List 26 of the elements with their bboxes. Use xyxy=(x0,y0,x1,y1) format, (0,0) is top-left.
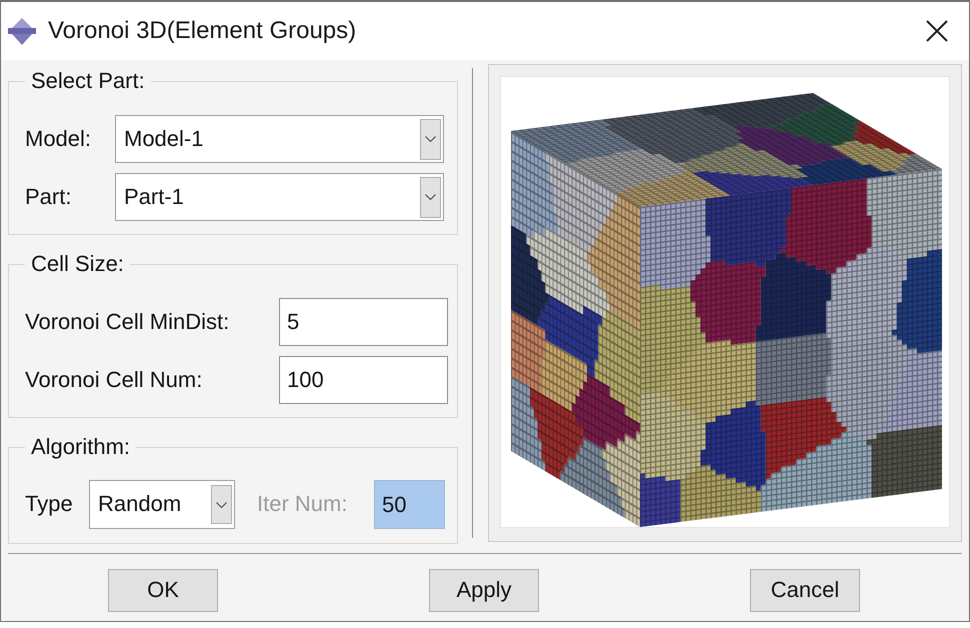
cancel-button[interactable]: Cancel xyxy=(750,569,860,612)
cell-num-field[interactable]: 100 xyxy=(279,356,448,404)
group-title: Cell Size: xyxy=(30,252,125,276)
field-label: Part: xyxy=(25,184,72,210)
group-title: Algorithm: xyxy=(30,435,132,459)
field-label: Type xyxy=(25,492,74,517)
ok-button[interactable]: OK xyxy=(108,569,218,612)
field-label: Voronoi Cell MinDist: xyxy=(25,310,230,334)
chevron-down-icon xyxy=(425,136,436,142)
close-icon xyxy=(926,20,948,42)
model-dropdown[interactable]: Model-1 xyxy=(115,115,444,163)
window-title: Voronoi 3D(Element Groups) xyxy=(48,18,356,44)
apply-button[interactable]: Apply xyxy=(429,569,539,612)
field-label: Iter Num: xyxy=(257,492,348,517)
diamond-icon xyxy=(8,18,36,44)
dropdown-arrow-button[interactable] xyxy=(211,485,232,524)
field-label: Voronoi Cell Num: xyxy=(25,368,204,392)
chevron-down-icon xyxy=(216,502,227,508)
field-label: Model: xyxy=(25,126,92,152)
chevron-down-icon xyxy=(425,194,436,200)
min-dist-field[interactable]: 5 xyxy=(279,298,448,346)
part-dropdown[interactable]: Part-1 xyxy=(115,173,444,221)
dropdown-arrow-button[interactable] xyxy=(420,118,441,160)
group-title: Select Part: xyxy=(30,69,146,93)
type-dropdown[interactable]: Random xyxy=(89,480,235,529)
dropdown-arrow-button[interactable] xyxy=(420,176,441,218)
